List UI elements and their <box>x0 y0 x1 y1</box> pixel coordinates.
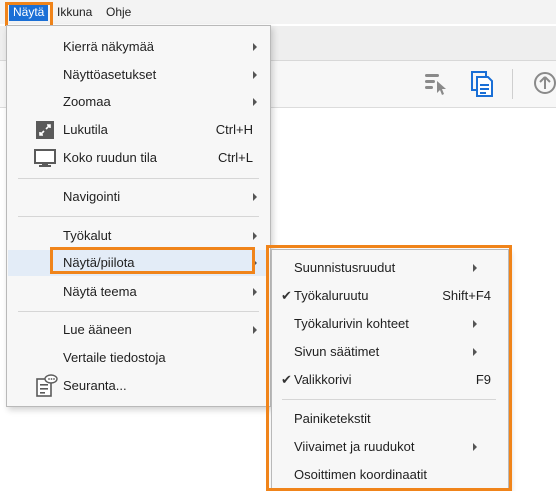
submenu-arrow-icon <box>253 193 257 201</box>
menu-item-label: Koko ruudun tila <box>63 150 157 165</box>
menu-separator <box>18 216 259 217</box>
menu-item-label: Zoomaa <box>63 94 111 109</box>
menu-item-compare-files[interactable]: Vertaile tiedostoja <box>8 345 269 371</box>
menu-item-label: Navigointi <box>63 189 121 204</box>
shortcut-label: Ctrl+L <box>217 150 253 165</box>
menu-item-read-mode[interactable]: Lukutila Ctrl+H <box>8 117 269 143</box>
read-aloud-pointer-icon[interactable] <box>423 71 449 97</box>
menu-item-navigation[interactable]: Navigointi <box>8 184 269 210</box>
menu-separator <box>18 311 259 312</box>
highlight-box-show-hide <box>50 247 255 274</box>
submenu-arrow-icon <box>253 326 257 334</box>
menu-item-tools[interactable]: Työkalut <box>8 223 269 249</box>
submenu-arrow-icon <box>253 43 257 51</box>
menu-item-label: Seuranta... <box>63 378 127 393</box>
view-menu: Kierrä näkymää Näyttöasetukset Zoomaa Lu… <box>6 25 271 407</box>
menu-item-label: Lue ääneen <box>63 322 132 337</box>
menu-item-label: Työkalut <box>63 228 112 243</box>
menu-item-label: Kierrä näkymää <box>63 39 155 54</box>
highlight-box-submenu <box>266 245 512 491</box>
menu-item-full-screen[interactable]: Koko ruudun tila Ctrl+L <box>8 145 269 171</box>
submenu-arrow-icon <box>253 288 257 296</box>
menu-item-display-settings[interactable]: Näyttöasetukset <box>8 62 269 88</box>
menu-separator <box>18 178 259 179</box>
menubar-item-ohje[interactable]: Ohje <box>106 3 131 21</box>
menu-item-rotate-view[interactable]: Kierrä näkymää <box>8 34 269 60</box>
scroll-up-icon[interactable] <box>533 71 556 95</box>
menu-item-label: Vertaile tiedostoja <box>63 350 166 365</box>
document-icon[interactable] <box>470 70 494 98</box>
menu-item-label: Näytä teema <box>63 284 137 299</box>
menu-item-label: Näyttöasetukset <box>63 67 157 82</box>
menu-item-label: Lukutila <box>63 122 108 137</box>
menu-item-read-aloud[interactable]: Lue ääneen <box>8 317 269 343</box>
full-screen-icon <box>34 149 56 167</box>
shortcut-label: Ctrl+H <box>215 122 253 137</box>
menu-item-view-theme[interactable]: Näytä teema <box>8 279 269 305</box>
menu-item-zoom[interactable]: Zoomaa <box>8 89 269 115</box>
menu-item-tracker[interactable]: Seuranta... <box>8 373 269 399</box>
tracker-icon <box>36 374 58 397</box>
menubar-item-ikkuna[interactable]: Ikkuna <box>57 3 92 21</box>
submenu-arrow-icon <box>253 98 257 106</box>
menu-bar: Näytä Ikkuna Ohje <box>0 0 556 24</box>
submenu-arrow-icon <box>253 232 257 240</box>
submenu-arrow-icon <box>253 71 257 79</box>
read-mode-icon <box>36 121 54 139</box>
toolbar-separator <box>512 69 513 99</box>
